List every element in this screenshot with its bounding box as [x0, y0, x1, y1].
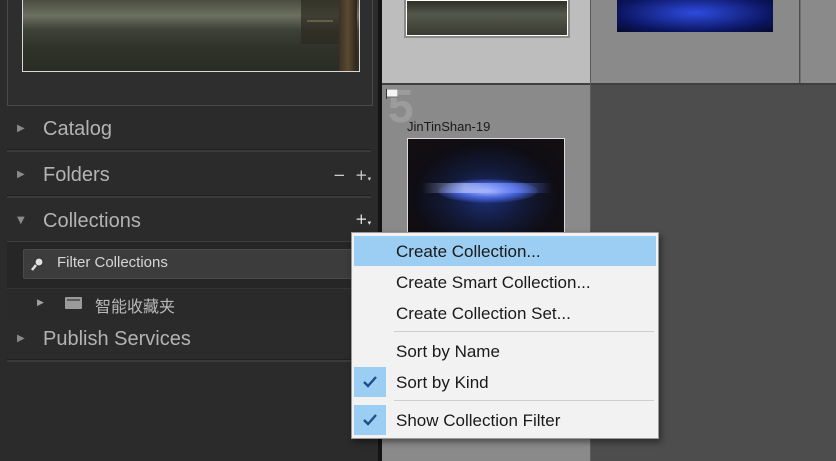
- grid-cell[interactable]: [382, 0, 590, 83]
- caret-icon: ▾: [367, 175, 372, 183]
- preview-tree: [339, 0, 357, 71]
- collection-set-label: 智能收藏夹: [95, 297, 176, 316]
- grid-cell[interactable]: [591, 0, 799, 83]
- menu-item-label: Create Collection...: [396, 242, 541, 261]
- menu-item-show-collection-filter[interactable]: Show Collection Filter: [354, 405, 656, 435]
- menu-item-create-collection[interactable]: Create Collection...: [354, 236, 656, 266]
- section-title-folders: Folders: [43, 164, 110, 186]
- thumbnail-boat: [422, 183, 552, 193]
- section-collections[interactable]: ▼ Collections +▾: [0, 200, 378, 244]
- checkmark-box: [354, 367, 386, 397]
- thumbnail[interactable]: [406, 0, 568, 36]
- collapsed-triangle-icon[interactable]: ▶: [17, 333, 25, 344]
- menu-item-label: Create Collection Set...: [396, 304, 571, 323]
- expanded-triangle-icon[interactable]: ▼: [17, 215, 25, 226]
- section-title-publish-services: Publish Services: [43, 328, 191, 350]
- menu-item-sort-by-name[interactable]: Sort by Name: [354, 336, 656, 366]
- section-divider: [7, 359, 371, 362]
- menu-item-label: Sort by Kind: [396, 373, 489, 392]
- checkmark-icon: [363, 414, 377, 426]
- collections-context-menu: Create Collection... Create Smart Collec…: [351, 232, 659, 439]
- navigator-preview-image[interactable]: [22, 0, 360, 72]
- thumbnail[interactable]: [617, 0, 773, 32]
- collection-set-icon: [65, 297, 82, 309]
- thumbnail[interactable]: [407, 138, 565, 245]
- menu-item-create-smart-collection[interactable]: Create Smart Collection...: [354, 267, 656, 297]
- section-title-collections: Collections: [43, 210, 141, 232]
- checkmark-icon: [363, 376, 377, 388]
- collapsed-triangle-icon[interactable]: ▶: [37, 298, 44, 308]
- remove-folder-icon[interactable]: −: [333, 168, 346, 183]
- plus-glyph: +: [355, 210, 368, 228]
- section-publish-services[interactable]: ▶ Publish Services: [0, 318, 378, 362]
- section-divider: [7, 149, 371, 152]
- flag-icon[interactable]: [386, 89, 398, 99]
- menu-item-label: Sort by Name: [396, 342, 500, 361]
- menu-item-sort-by-kind[interactable]: Sort by Kind: [354, 367, 656, 397]
- preview-pavilion: [301, 0, 339, 44]
- add-folder-icon[interactable]: +▾: [355, 168, 371, 183]
- collections-body: Filter Collections ▶ 智能收藏夹: [7, 241, 378, 319]
- section-divider: [7, 195, 371, 198]
- section-catalog[interactable]: ▶ Catalog: [0, 108, 378, 152]
- grid-cell[interactable]: [800, 0, 836, 83]
- filter-collections-label: Filter Collections: [57, 254, 168, 271]
- cell-filename: JinTinShan-19: [407, 119, 491, 134]
- menu-separator: [394, 400, 654, 401]
- collapsed-triangle-icon[interactable]: ▶: [17, 123, 25, 134]
- search-icon: [31, 257, 44, 271]
- checkmark-box: [354, 405, 386, 435]
- menu-separator: [394, 331, 654, 332]
- filter-collections-field[interactable]: Filter Collections: [23, 249, 365, 279]
- collection-set-row[interactable]: ▶ 智能收藏夹: [7, 288, 378, 319]
- section-title-catalog: Catalog: [43, 118, 112, 140]
- menu-item-label: Create Smart Collection...: [396, 273, 591, 292]
- left-panel: ▶ Catalog ▶ Folders − +▾ ▼ Collections +…: [0, 0, 378, 461]
- collapsed-triangle-icon[interactable]: ▶: [17, 169, 25, 180]
- plus-glyph: +: [355, 166, 368, 184]
- section-folders[interactable]: ▶ Folders − +▾: [0, 154, 378, 198]
- menu-item-create-collection-set[interactable]: Create Collection Set...: [354, 298, 656, 328]
- menu-item-label: Show Collection Filter: [396, 411, 561, 430]
- add-collection-icon[interactable]: +▾: [355, 212, 371, 227]
- caret-icon: ▾: [367, 219, 372, 227]
